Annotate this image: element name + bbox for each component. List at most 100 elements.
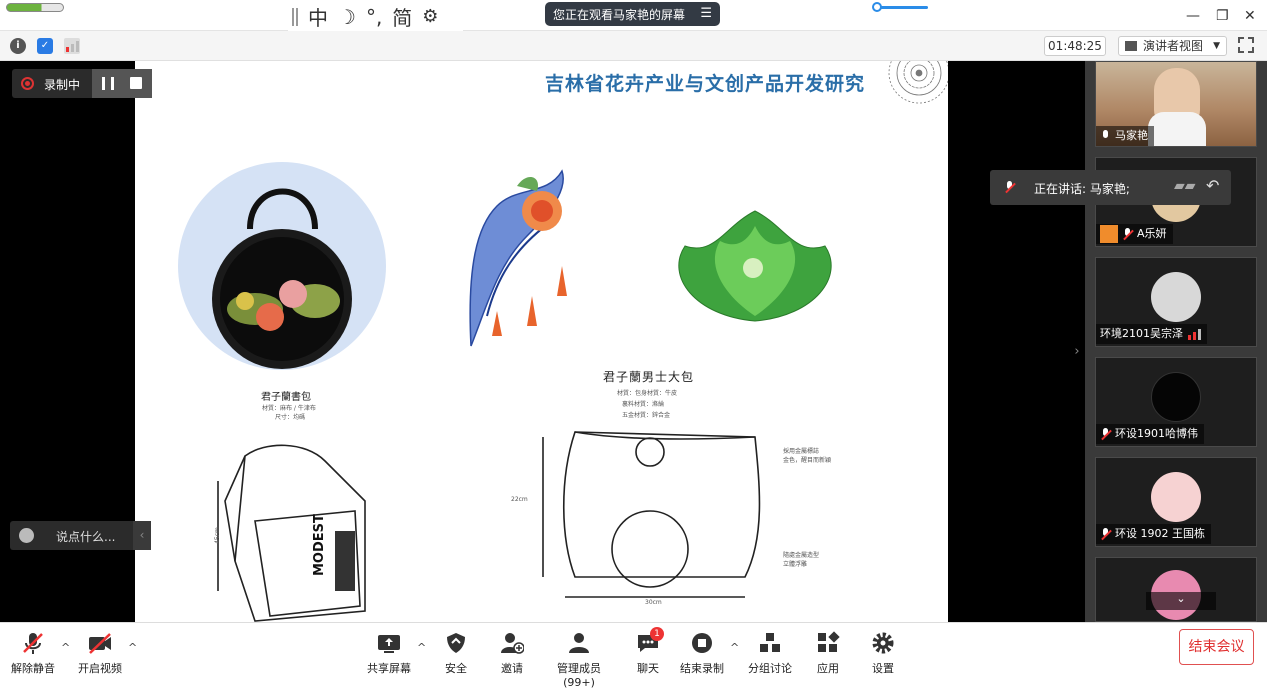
chevron-up-icon[interactable]: ^ bbox=[61, 641, 70, 654]
mic-muted-icon bbox=[1122, 227, 1133, 241]
caption-school-bag-meta1: 材質：麻布 / 牛津布 bbox=[262, 405, 316, 412]
slide-title: 吉林省花卉产业与文创产品开发研究 bbox=[545, 73, 866, 95]
start-video-button[interactable]: 开启视频 bbox=[77, 631, 123, 676]
camera-off-icon bbox=[77, 631, 123, 655]
close-button[interactable]: ✕ bbox=[1244, 8, 1256, 24]
viewing-banner[interactable]: 您正在观看马家艳的屏幕 ☰ bbox=[545, 2, 720, 26]
stop-recording-icon bbox=[680, 631, 724, 655]
avatar bbox=[1151, 472, 1201, 522]
minimize-button[interactable]: — bbox=[1186, 8, 1200, 24]
volume-track bbox=[876, 6, 928, 9]
video-tile-4[interactable]: 环设1901哈博伟 bbox=[1095, 357, 1257, 447]
end-meeting-button[interactable]: 结束会议 bbox=[1179, 629, 1254, 665]
user-icon bbox=[1100, 225, 1118, 243]
avatar bbox=[1151, 372, 1201, 422]
round-bag-image bbox=[178, 162, 386, 370]
caption-school-bag-meta2: 尺寸：均碼 bbox=[275, 414, 306, 421]
video-label: 开启视频 bbox=[78, 662, 122, 675]
apps-icon bbox=[813, 631, 843, 655]
fullscreen-icon[interactable] bbox=[1238, 37, 1254, 53]
ime-lang-toggle[interactable]: 中 bbox=[308, 2, 328, 31]
chevron-up-icon[interactable]: ^ bbox=[730, 641, 739, 654]
emoji-icon[interactable] bbox=[19, 528, 34, 543]
mandala-decoration bbox=[888, 61, 948, 104]
viewing-text: 您正在观看马家艳的屏幕 bbox=[553, 7, 686, 22]
video-tile-1[interactable]: 马家艳 bbox=[1095, 61, 1257, 147]
mic-muted-icon bbox=[1100, 527, 1111, 541]
chevron-left-icon[interactable]: ‹ bbox=[133, 521, 151, 550]
info-icon[interactable]: i bbox=[10, 38, 26, 54]
mic-muted-icon bbox=[10, 631, 56, 655]
presenter-view-icon bbox=[1125, 41, 1137, 51]
participant-shirt bbox=[1148, 112, 1206, 146]
title-bar: 中 ☽ °, 简 ⚙ 您正在观看马家艳的屏幕 ☰ — ❐ ✕ bbox=[0, 0, 1267, 31]
settings-button[interactable]: 设置 bbox=[868, 631, 898, 676]
shield-icon[interactable]: ✓ bbox=[37, 38, 53, 54]
recording-controls bbox=[92, 69, 152, 98]
presenter-view-dropdown[interactable]: 演讲者视图 ▼ bbox=[1118, 36, 1227, 56]
battery-icon bbox=[6, 3, 64, 12]
shield-icon bbox=[441, 631, 471, 655]
mens-bag-note: 採用金屬標誌 金色，醒目而新穎 bbox=[783, 448, 832, 464]
video-tile-3[interactable]: 环境2101吴宗泽 bbox=[1095, 257, 1257, 347]
backpack-logo-text: MODEST bbox=[312, 514, 327, 576]
participant-name: 环境2101吴宗泽 bbox=[1100, 327, 1183, 340]
members-icon bbox=[542, 631, 616, 655]
punctuation-toggle[interactable]: °, bbox=[366, 5, 382, 29]
caption-mens-bag-meta2: 裏料材質：滌綸 bbox=[622, 401, 665, 408]
security-label: 安全 bbox=[445, 662, 467, 675]
stop-icon[interactable] bbox=[130, 77, 142, 89]
speaking-indicator: 正在讲话: 马家艳; ▰▰ ↶ bbox=[990, 170, 1231, 205]
unmute-button[interactable]: 解除静音 bbox=[10, 631, 56, 676]
recording-label: 录制中 bbox=[44, 78, 81, 92]
chat-button[interactable]: 1 聊天 bbox=[633, 627, 664, 676]
signal-icon[interactable] bbox=[64, 38, 80, 54]
mens-bag-note2: 隨處金屬造型 立體浮雕 bbox=[783, 552, 820, 568]
add-user-icon bbox=[497, 631, 527, 655]
members-label: 管理成员(99+) bbox=[557, 662, 601, 689]
video-tile-6[interactable]: ⌄ bbox=[1095, 557, 1257, 622]
share-screen-button[interactable]: 共享屏幕 bbox=[366, 631, 412, 676]
mens-bag-width: 30cm bbox=[645, 599, 662, 606]
waveform-icon: ▰▰ bbox=[1174, 178, 1196, 194]
restore-button[interactable]: ❐ bbox=[1216, 8, 1229, 24]
mens-bag-height: 22cm bbox=[511, 496, 528, 503]
chat-input[interactable]: 说点什么... ‹ bbox=[10, 521, 151, 550]
backpack-dimension: 45cm bbox=[213, 527, 221, 544]
breakout-label: 分组讨论 bbox=[748, 662, 792, 675]
share-screen-icon bbox=[366, 631, 412, 655]
chevron-right-icon[interactable]: › bbox=[1069, 330, 1085, 374]
ime-toolbar: 中 ☽ °, 简 ⚙ bbox=[288, 2, 463, 31]
meeting-timer: 01:48:25 bbox=[1044, 36, 1106, 56]
participant-name-tag: A乐妍 bbox=[1096, 224, 1173, 244]
mic-muted-icon bbox=[1100, 427, 1111, 441]
participant-name-tag: 环境2101吴宗泽 bbox=[1096, 324, 1207, 344]
video-tile-5[interactable]: 环设 1902 王国栋 bbox=[1095, 457, 1257, 547]
pause-icon[interactable] bbox=[102, 77, 114, 90]
manage-members-button[interactable]: 管理成员(99+) bbox=[542, 631, 616, 689]
menu-icon[interactable]: ☰ bbox=[700, 6, 712, 21]
settings-label: 设置 bbox=[872, 662, 894, 675]
end-recording-button[interactable]: 结束录制 bbox=[680, 631, 724, 676]
volume-knob[interactable] bbox=[872, 2, 882, 12]
breakout-rooms-button[interactable]: 分组讨论 bbox=[748, 631, 792, 676]
chevron-up-icon[interactable]: ^ bbox=[128, 641, 137, 654]
grip-icon[interactable] bbox=[292, 7, 298, 26]
participant-name: 环设1901哈博伟 bbox=[1115, 427, 1198, 440]
participant-name-tag: 环设1901哈博伟 bbox=[1096, 424, 1204, 444]
chevron-down-icon[interactable]: ⌄ bbox=[1146, 592, 1216, 610]
undo-icon[interactable]: ↶ bbox=[1206, 176, 1219, 195]
moon-icon[interactable]: ☽ bbox=[338, 5, 356, 29]
gear-icon[interactable]: ⚙ bbox=[422, 6, 438, 27]
chat-icon: 1 bbox=[636, 627, 664, 655]
volume-slider[interactable] bbox=[872, 2, 928, 12]
bottom-toolbar: 解除静音 ^ 开启视频 ^ 共享屏幕 ^ 安全 邀请 管理成员(99+) 1 聊… bbox=[0, 622, 1267, 689]
simplified-toggle[interactable]: 简 bbox=[392, 2, 412, 31]
security-button[interactable]: 安全 bbox=[441, 631, 471, 676]
chevron-up-icon[interactable]: ^ bbox=[417, 641, 426, 654]
record-dot-icon bbox=[21, 77, 34, 90]
invite-button[interactable]: 邀请 bbox=[497, 631, 527, 676]
apps-button[interactable]: 应用 bbox=[813, 631, 843, 676]
caption-school-bag: 君子蘭書包 bbox=[261, 392, 311, 403]
backpack-sketch: MODEST bbox=[217, 444, 366, 622]
